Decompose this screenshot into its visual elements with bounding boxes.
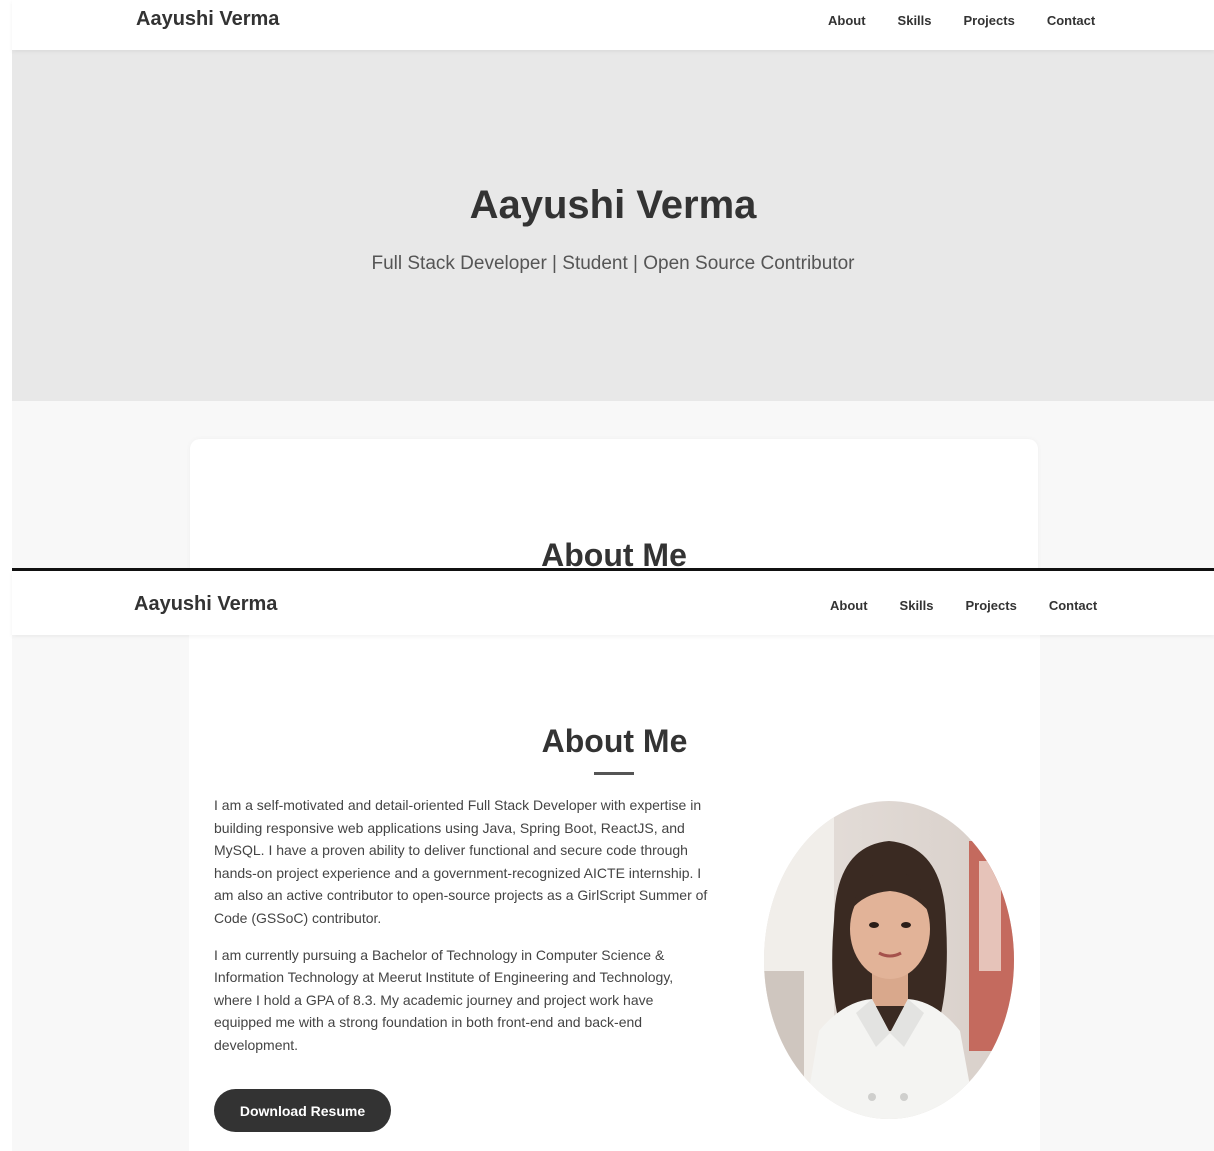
about-title: About Me — [541, 723, 688, 759]
nav-link-projects[interactable]: Projects — [964, 13, 1015, 28]
about-paragraph-1: I am a self-motivated and detail-oriente… — [214, 797, 708, 926]
nav-link-skills[interactable]: Skills — [898, 13, 932, 28]
nav-links: About Skills Projects Contact — [830, 598, 1097, 613]
hero-subtitle: Full Stack Developer | Student | Open So… — [371, 253, 855, 274]
hero-section: Aayushi Verma Full Stack Developer | Stu… — [12, 50, 1214, 401]
navbar: Aayushi Verma About Skills Projects Cont… — [12, 0, 1214, 50]
about-paragraph-2: I am currently pursuing a Bachelor of Te… — [214, 946, 674, 1053]
nav-link-projects[interactable]: Projects — [966, 598, 1017, 613]
screenshot-top: Aayushi Verma About Skills Projects Cont… — [0, 0, 1214, 568]
profile-photo — [764, 801, 1014, 1119]
about-title: About Me — [541, 537, 687, 568]
about-section: About Me — [12, 401, 1214, 568]
about-card: About Me I am a self-motivated and detai… — [189, 635, 1040, 1151]
nav-link-about[interactable]: About — [830, 598, 868, 613]
nav-link-skills[interactable]: Skills — [900, 598, 934, 613]
navbar: Aayushi Verma About Skills Projects Cont… — [12, 571, 1214, 635]
download-resume-button[interactable]: Download Resume — [214, 1089, 391, 1132]
about-section: About Me I am a self-motivated and detai… — [12, 635, 1214, 1151]
nav-links: About Skills Projects Contact — [828, 13, 1095, 28]
about-card: About Me — [190, 439, 1038, 568]
nav-link-contact[interactable]: Contact — [1047, 13, 1095, 28]
screenshot-about: Aayushi Verma About Skills Projects Cont… — [0, 571, 1214, 1151]
about-text: I am a self-motivated and detail-oriente… — [214, 794, 714, 1071]
brand-logo[interactable]: Aayushi Verma — [134, 593, 277, 616]
title-underline — [594, 772, 634, 775]
hero-title: Aayushi Verma — [469, 183, 757, 227]
nav-link-contact[interactable]: Contact — [1049, 598, 1097, 613]
nav-link-about[interactable]: About — [828, 13, 866, 28]
brand-logo[interactable]: Aayushi Verma — [136, 8, 279, 31]
